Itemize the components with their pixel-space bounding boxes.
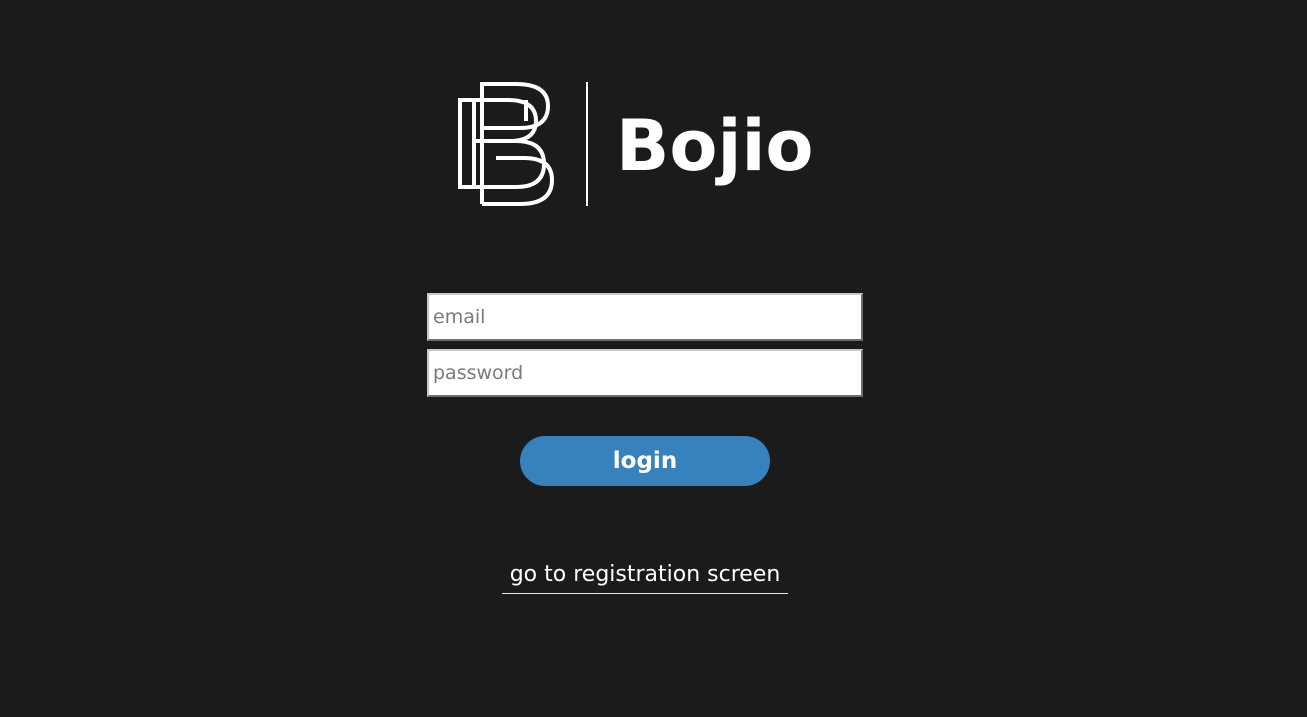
password-field[interactable]	[427, 349, 863, 397]
login-page: Bojio login go to registration screen	[0, 0, 1307, 717]
brand-wordmark: Bojio	[616, 105, 814, 187]
email-field[interactable]	[427, 293, 863, 341]
bb-monogram-icon	[458, 82, 555, 206]
brand-logo: Bojio	[456, 80, 836, 208]
login-button[interactable]: login	[520, 436, 770, 486]
registration-link[interactable]: go to registration screen	[502, 558, 788, 594]
